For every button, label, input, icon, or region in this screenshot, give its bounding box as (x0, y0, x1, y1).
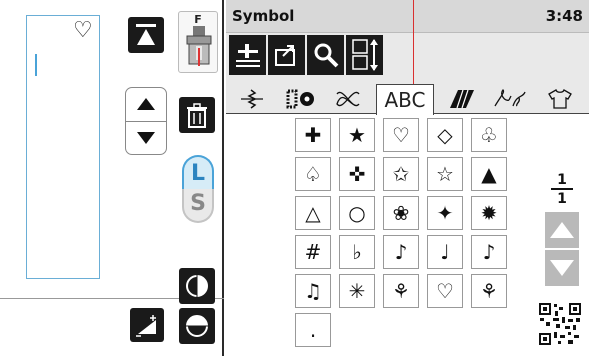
symbol-button[interactable]: ♭ (339, 235, 375, 269)
page-total: 1 (557, 191, 567, 207)
callout-line (413, 0, 414, 84)
symbol-button[interactable]: ✜ (339, 157, 375, 191)
alignment-button[interactable] (346, 35, 383, 75)
text-cursor (35, 54, 37, 76)
symbol-button[interactable]: ♪ (471, 235, 507, 269)
symbol-button[interactable]: ✹ (471, 196, 507, 230)
jump-to-top-button[interactable] (128, 17, 164, 53)
symbol-button[interactable]: △ (295, 196, 331, 230)
size-small-button[interactable]: S (182, 189, 214, 223)
symbol-button[interactable]: ⚘ (383, 274, 419, 308)
symbol-button[interactable]: ♤ (295, 157, 331, 191)
symbol-button[interactable]: ✳ (339, 274, 375, 308)
delete-button[interactable] (179, 97, 215, 133)
tab-block[interactable] (440, 84, 484, 114)
symbol-button[interactable]: ♫ (295, 274, 331, 308)
presser-foot-indicator: F (178, 11, 218, 73)
presser-foot-icon (186, 26, 212, 66)
symbol-button[interactable]: ♧ (471, 118, 507, 152)
tab-shirt[interactable] (538, 84, 582, 114)
stepper-divider (126, 121, 166, 122)
symbol-button[interactable]: ✩ (383, 157, 419, 191)
cursor-stepper (125, 87, 167, 155)
symbol-grid-area: ✚ ★ ♡ ◇ ♧ ♤ ✜ ✩ ☆ ▲ △ ○ ❀ ✦ ✹ # ♭ ♪ ♩ ♪ ♫ ✳ ⚘ ♡ ⚘. (226, 115, 589, 356)
category-tabs: ABC (226, 81, 589, 115)
toolbar (226, 33, 589, 81)
symbol-button[interactable]: ♪ (383, 235, 419, 269)
tab-satin[interactable] (278, 84, 322, 114)
page-fraction-line (551, 188, 573, 190)
title-bar: Symbol 3:48 (226, 0, 589, 33)
tab-floral[interactable] (488, 84, 532, 114)
mirror-vertical-button[interactable] (179, 268, 215, 304)
symbol-button[interactable]: ⚘ (471, 274, 507, 308)
symbol-button[interactable]: ♡ (383, 118, 419, 152)
sewing-machine-icon (235, 44, 260, 67)
cursor-up-icon[interactable] (136, 96, 156, 112)
page-down-button[interactable] (545, 250, 579, 286)
floral-icon (494, 89, 526, 107)
page-up-icon (550, 222, 574, 238)
jump-top-icon (136, 24, 156, 45)
elongate-button[interactable] (130, 308, 164, 342)
symbol-button[interactable]: ✚ (295, 118, 331, 152)
tab-cross[interactable] (326, 84, 370, 114)
satin-icon (286, 89, 314, 109)
trash-icon (187, 103, 207, 128)
alignment-icon (351, 39, 378, 71)
symbol-button[interactable]: ❀ (383, 196, 419, 230)
page-down-icon (550, 260, 574, 276)
symbol-button[interactable]: . (295, 313, 331, 347)
symbol-button[interactable]: ♩ (427, 235, 463, 269)
symbol-button[interactable]: ◇ (427, 118, 463, 152)
edit-panel: ♡ F L S (0, 0, 224, 356)
cursor-down-icon[interactable] (136, 130, 156, 146)
qr-code-icon[interactable] (538, 302, 582, 346)
symbol-button[interactable]: ★ (339, 118, 375, 152)
symbol-button[interactable]: ☆ (427, 157, 463, 191)
shirt-icon (548, 89, 572, 109)
search-icon (314, 43, 338, 68)
preview-heart-symbol: ♡ (73, 18, 93, 43)
mirror-horizontal-button[interactable] (179, 308, 215, 344)
pattern-info-button[interactable] (229, 35, 266, 75)
folder-import-icon (274, 45, 295, 66)
symbol-button[interactable]: # (295, 235, 331, 269)
elongate-icon (136, 315, 156, 337)
tab-abc[interactable]: ABC (376, 84, 434, 115)
screen-title: Symbol (232, 7, 295, 25)
stitch-icon (241, 89, 263, 109)
search-button[interactable] (307, 35, 344, 75)
page-up-button[interactable] (545, 212, 579, 248)
symbol-button[interactable]: ▲ (471, 157, 507, 191)
memory-recall-button[interactable] (268, 35, 305, 75)
symbol-button[interactable]: ○ (339, 196, 375, 230)
size-large-button[interactable]: L (182, 155, 214, 189)
mirror-vertical-icon (186, 275, 208, 297)
cross-stitch-icon (336, 91, 360, 107)
tab-decorative-stitch[interactable] (230, 84, 274, 114)
page-current: 1 (557, 172, 567, 188)
clock: 3:48 (545, 7, 583, 25)
block-icon (450, 89, 474, 109)
presser-foot-label: F (194, 13, 202, 26)
pattern-preview: ♡ (26, 15, 100, 279)
symbol-button[interactable]: ♡ (427, 274, 463, 308)
symbol-button[interactable]: ✦ (427, 196, 463, 230)
mirror-horizontal-icon (186, 315, 208, 337)
